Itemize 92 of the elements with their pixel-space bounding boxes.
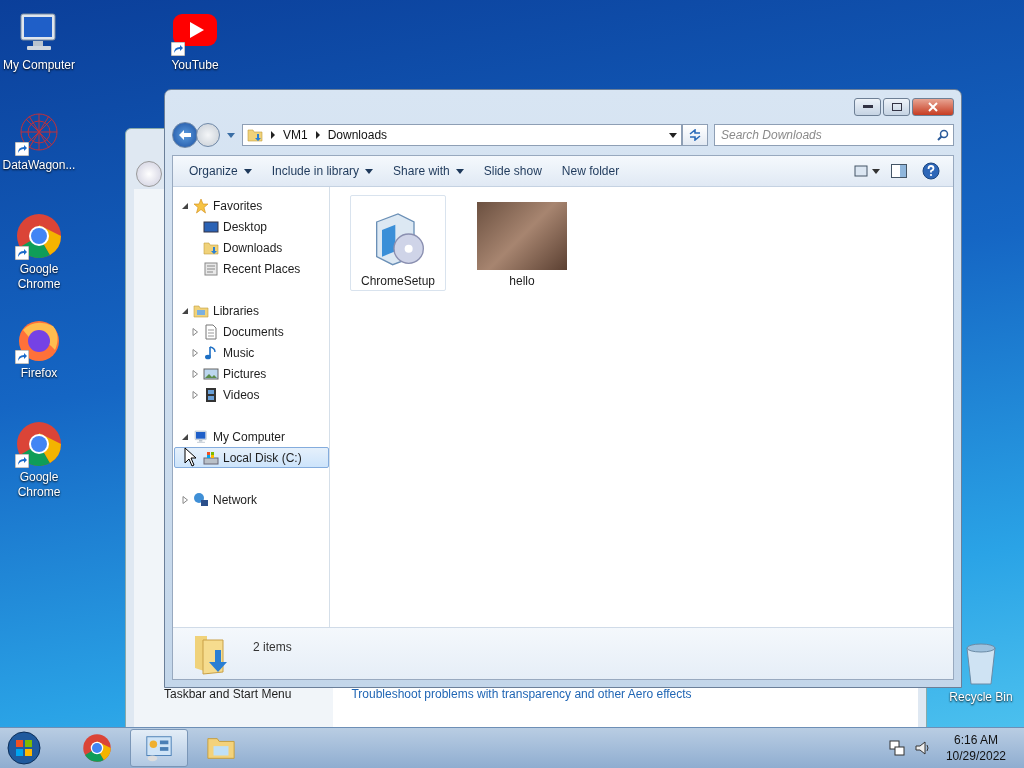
desktop-shortcut[interactable]: YouTube bbox=[156, 8, 234, 73]
shortcut-label: Recycle Bin bbox=[949, 690, 1013, 705]
breadcrumb-arrow-icon[interactable] bbox=[269, 131, 277, 139]
nav-tree-item[interactable]: Pictures bbox=[174, 363, 329, 384]
collapsed-arrow-icon[interactable] bbox=[181, 495, 189, 504]
search-field[interactable]: Search Downloads bbox=[714, 124, 954, 146]
chrome-logo-icon bbox=[82, 733, 112, 763]
search-icon bbox=[937, 129, 949, 141]
nav-tree-item[interactable]: Documents bbox=[174, 321, 329, 342]
shortcut-label: Google Chrome bbox=[16, 470, 62, 500]
close-icon bbox=[928, 102, 938, 112]
minimize-button[interactable] bbox=[854, 98, 881, 116]
clock[interactable]: 6:16 AM 10/29/2022 bbox=[945, 732, 1006, 764]
chrome-logo-icon bbox=[15, 420, 63, 468]
dropdown-caret-icon[interactable] bbox=[669, 132, 677, 138]
section-link[interactable]: Taskbar and Start Menu bbox=[164, 687, 292, 701]
date-text: 10/29/2022 bbox=[945, 748, 1006, 764]
expanded-arrow-icon[interactable] bbox=[181, 201, 189, 210]
shortcut-label: DataWagon... bbox=[2, 158, 76, 173]
restore-icon bbox=[891, 103, 902, 111]
minimize-icon bbox=[862, 105, 873, 109]
collapsed-arrow-icon[interactable] bbox=[191, 327, 199, 336]
desktop-shortcut[interactable]: Google Chrome bbox=[0, 420, 78, 500]
nav-tree-item[interactable]: Local Disk (C:) bbox=[174, 447, 329, 468]
desktop-shortcut[interactable]: Firefox bbox=[0, 316, 78, 381]
forward-button[interactable] bbox=[196, 123, 220, 147]
drive-icon bbox=[203, 449, 219, 466]
shortcut-label: My Computer bbox=[3, 58, 75, 73]
item-count: 2 items bbox=[253, 640, 292, 654]
time-text: 6:16 AM bbox=[953, 732, 998, 748]
windows-orb-icon bbox=[7, 731, 41, 765]
start-button[interactable] bbox=[4, 729, 44, 767]
recent-places-icon bbox=[203, 260, 219, 277]
view-caret-icon bbox=[854, 165, 880, 177]
shortcut-label: Firefox bbox=[20, 366, 58, 381]
pane-icon bbox=[891, 164, 907, 178]
shortcut-label: Google Chrome bbox=[16, 262, 62, 292]
folder-arrow-icon bbox=[247, 127, 263, 143]
mouse-pointer-icon bbox=[184, 447, 198, 467]
collapsed-arrow-icon[interactable] bbox=[191, 348, 199, 357]
shortcut-label: YouTube bbox=[171, 58, 219, 73]
nav-tree-item[interactable]: Libraries bbox=[174, 300, 329, 321]
back-arrow-icon bbox=[178, 129, 192, 141]
folder-arrow-icon bbox=[203, 239, 219, 256]
nav-tree-item[interactable]: Downloads bbox=[174, 237, 329, 258]
monitor-icon bbox=[203, 218, 219, 235]
picture-icon bbox=[203, 365, 219, 382]
chrome-logo-icon bbox=[15, 212, 63, 260]
refresh-button[interactable] bbox=[682, 124, 708, 146]
network-globe-icon bbox=[193, 491, 209, 508]
network-status-icon[interactable] bbox=[887, 739, 906, 757]
address-bar[interactable]: VM1 Downloads bbox=[242, 124, 682, 146]
nav-tree-item[interactable]: Favorites bbox=[174, 195, 329, 216]
desktop-shortcut[interactable]: DataWagon... bbox=[0, 108, 78, 173]
music-note-icon bbox=[203, 344, 219, 361]
control-panel-icon bbox=[144, 733, 174, 763]
computer-icon bbox=[193, 428, 209, 445]
toolbar-button[interactable]: Organize bbox=[181, 160, 260, 182]
expanded-arrow-icon[interactable] bbox=[181, 306, 189, 315]
library-folder-icon bbox=[193, 302, 209, 319]
nav-tree-item[interactable]: My Computer bbox=[174, 426, 329, 447]
expanded-arrow-icon[interactable] bbox=[181, 432, 189, 441]
breadcrumb-arrow-icon[interactable] bbox=[313, 131, 322, 139]
breadcrumb-item[interactable]: VM1 bbox=[283, 128, 308, 142]
nav-tree-item[interactable]: Videos bbox=[174, 384, 329, 405]
nav-tree-item[interactable]: Recent Places bbox=[174, 258, 329, 279]
desktop-shortcut[interactable]: My Computer bbox=[0, 8, 78, 73]
close-button[interactable] bbox=[912, 98, 954, 116]
nav-tree-item[interactable]: Music bbox=[174, 342, 329, 363]
nav-tree-item[interactable]: Network bbox=[174, 489, 329, 510]
file-item[interactable]: ChromeSetup bbox=[350, 195, 446, 291]
toolbar-button[interactable]: Include in library bbox=[263, 160, 382, 182]
nav-tree-item[interactable]: Desktop bbox=[174, 216, 329, 237]
desktop-shortcut[interactable]: Google Chrome bbox=[0, 212, 78, 292]
file-item[interactable]: hello bbox=[474, 195, 570, 291]
toolbar-button[interactable]: Slide show bbox=[475, 160, 550, 182]
toolbar-button[interactable]: New folder bbox=[553, 160, 628, 182]
maximize-button[interactable] bbox=[883, 98, 910, 116]
collapsed-arrow-icon[interactable] bbox=[191, 390, 199, 399]
back-button[interactable] bbox=[172, 122, 198, 148]
help-icon bbox=[922, 162, 940, 180]
star-icon bbox=[193, 197, 209, 214]
film-strip-icon bbox=[203, 386, 219, 403]
refresh-arrows-icon bbox=[688, 129, 702, 141]
volume-icon[interactable] bbox=[913, 739, 932, 757]
collapsed-arrow-icon[interactable] bbox=[191, 369, 199, 378]
breadcrumb-item[interactable]: Downloads bbox=[327, 128, 388, 142]
taskbar-app-button[interactable] bbox=[130, 729, 188, 767]
document-icon bbox=[203, 323, 219, 340]
troubleshoot-link[interactable]: Troubleshoot problems with transparency and other Aero effects bbox=[351, 687, 692, 701]
history-dropdown-icon[interactable] bbox=[226, 130, 236, 140]
toolbar-button[interactable]: Share with bbox=[385, 160, 472, 182]
